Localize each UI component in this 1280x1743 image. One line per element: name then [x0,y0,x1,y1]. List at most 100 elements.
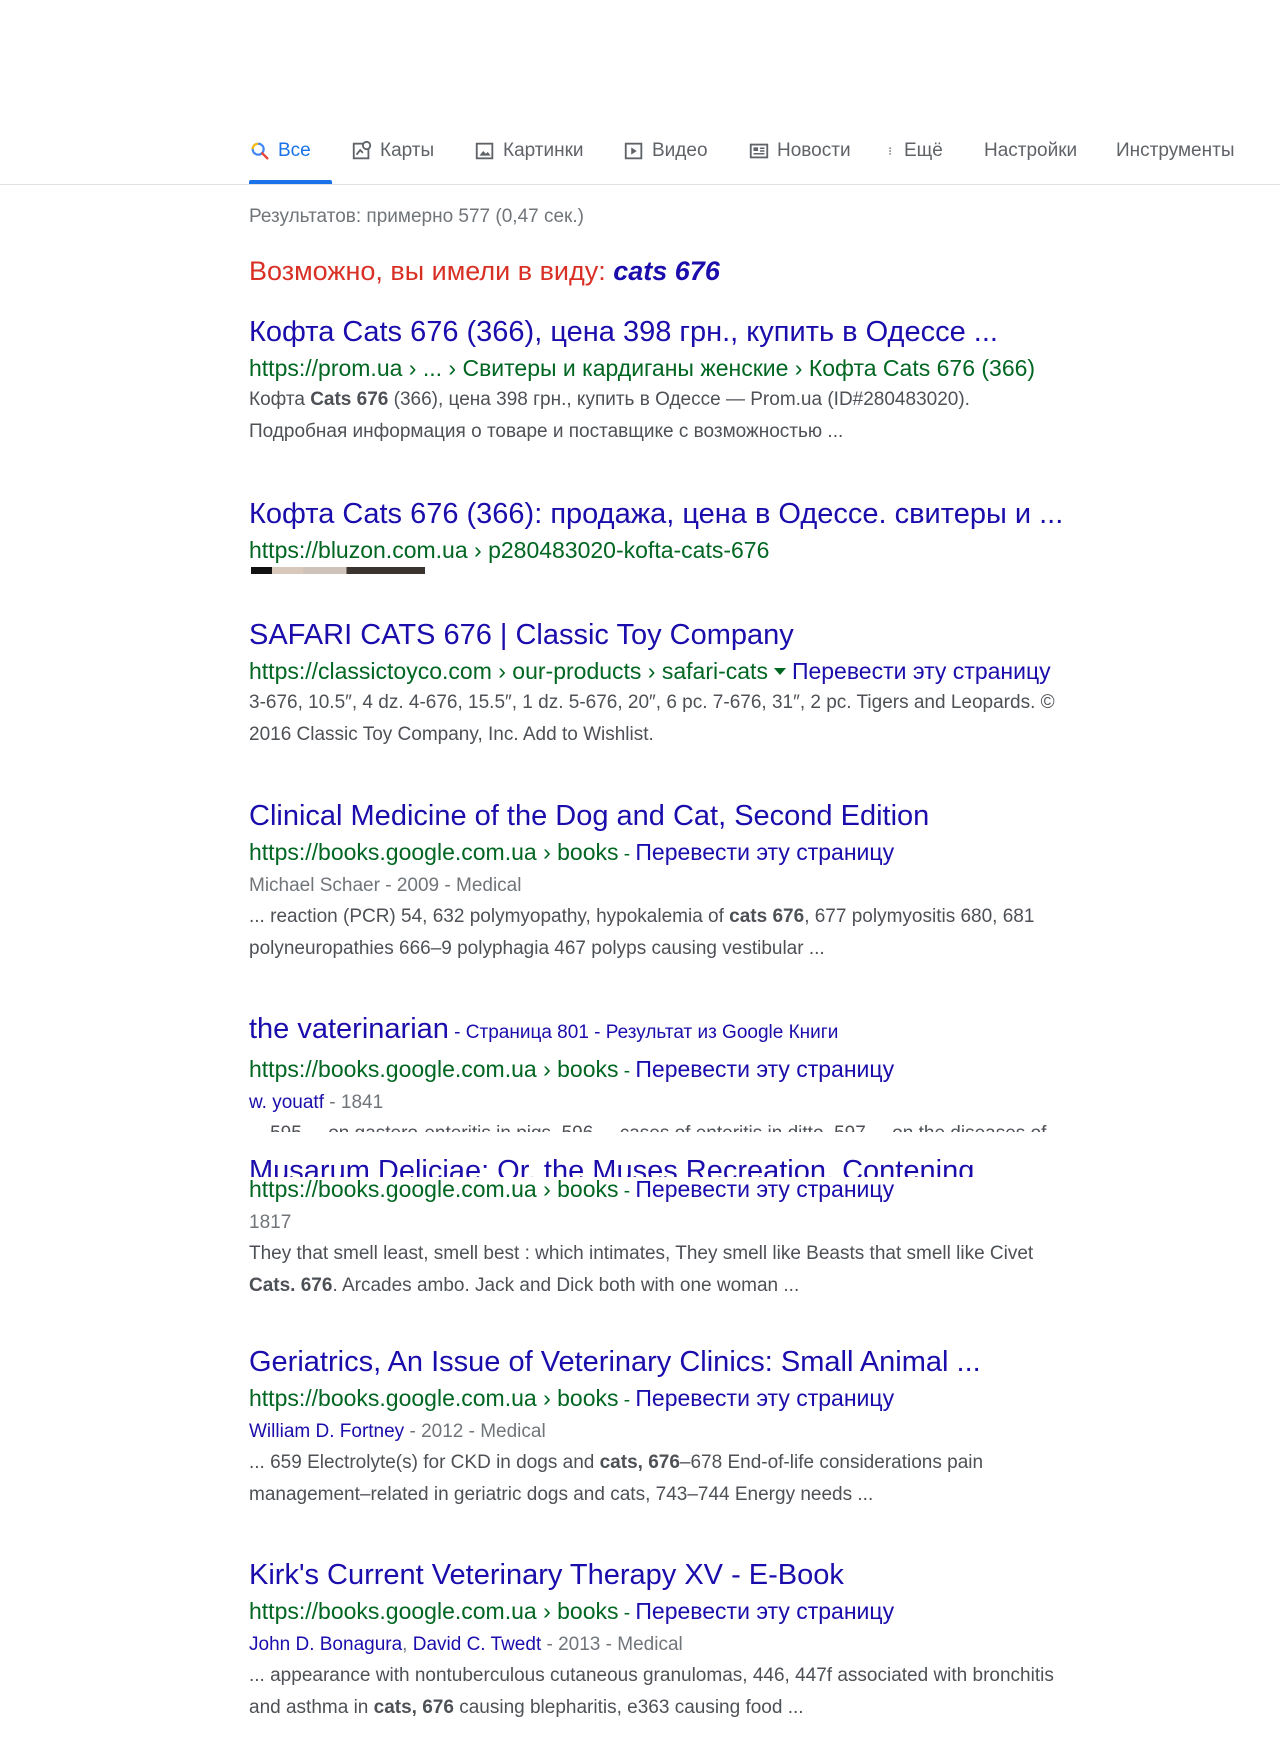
search-icon [251,142,269,160]
snippet-text: ... 659 Electrolyte(s) for CKD in dogs a… [249,1452,600,1473]
result-url: https://books.google.com.ua › books - Пе… [249,1176,895,1202]
snippet-text: –678 End-of-life considerations pain [679,1452,984,1473]
author-link[interactable]: William D. Fortney [249,1421,404,1442]
translate-link[interactable]: Перевести эту страницу [635,1176,894,1202]
tab-maps[interactable]: Карты [351,140,434,184]
caret-down-icon[interactable] [773,667,786,675]
snippet-bold: cats, 676 [599,1452,680,1473]
snippet-text: and asthma in [249,1697,374,1718]
tab-images[interactable]: Картинки [474,140,584,184]
result-url: https://books.google.com.ua › books - Пе… [249,1056,895,1082]
result-meta: John D. Bonagura, David C. Twedt - 2013 … [249,1634,683,1655]
result-url[interactable]: https://bluzon.com.ua › p280483020-kofta… [249,534,1149,566]
author-link[interactable]: David C. Twedt [413,1634,541,1655]
result-title-link[interactable]: Кофта Cats 676 (366), цена 398 грн., куп… [249,314,1149,350]
snippet-text: causing blepharitis, e363 causing food .… [453,1697,804,1718]
snippet-text: Кофта [249,389,311,410]
translate-link[interactable]: Перевести эту страницу [635,1056,894,1082]
result-url: https://books.google.com.ua › books - Пе… [249,839,895,865]
tab-images-label: Картинки [503,140,584,161]
result-meta: 1817 [249,1212,292,1233]
translate-link[interactable]: Перевести эту страницу [635,1598,894,1624]
result-snippet: They that smell least, smell best : whic… [249,1238,1149,1302]
tab-tools-label: Инструменты [1116,140,1235,161]
meta-year: - 2012 - Medical [404,1421,546,1442]
search-result: Кофта Cats 676 (366): продажа, цена в Од… [249,496,1149,566]
search-result: https://books.google.com.ua › books - Пе… [249,1173,1149,1302]
meta-year: - 2013 - Medical [541,1634,683,1655]
did-you-mean-prefix: Возможно, вы имели в виду: [249,256,614,286]
result-url-text[interactable]: https://books.google.com.ua › books [249,1176,619,1202]
snippet-text: polyneuropathies 666–9 polyphagia 467 po… [249,938,825,959]
search-result: SAFARI CATS 676 | Classic Toy Company ht… [249,617,1149,751]
search-result: Geriatrics, An Issue of Veterinary Clini… [249,1344,1149,1511]
snippet-bold: Cats 676 [310,389,389,410]
result-title-text[interactable]: the vaterinarian [249,1013,449,1045]
snippet-text: 3-676, 10.5″, 4 dz. 4-676, 15.5″, 1 dz. … [249,692,1055,713]
result-snippet: ... 595 ... on gastero-enteritis in pigs… [249,1118,1149,1132]
snippet-text: . Arcades ambo. Jack and Dick both with … [332,1275,800,1296]
result-title-link[interactable]: Clinical Medicine of the Dog and Cat, Se… [249,798,1149,834]
snippet-text: 2016 Classic Toy Company, Inc. Add to Wi… [249,724,654,745]
did-you-mean: Возможно, вы имели в виду: cats 676 [249,256,720,287]
video-icon [624,142,643,160]
image-icon [475,142,494,160]
more-vert-icon [889,147,891,155]
search-tabs-bar: Все Карты Картинки Видео Новости Ещё Нас… [0,0,1280,185]
tab-all-label: Все [278,140,311,161]
result-title-link[interactable]: the vaterinarian - Страница 801 - Резуль… [249,1011,1149,1051]
result-title-link[interactable]: SAFARI CATS 676 | Classic Toy Company [249,617,1149,653]
result-title-sub[interactable]: - Страница 801 - Результат из Google Кни… [449,1022,838,1043]
result-url-text[interactable]: https://books.google.com.ua › books [249,1056,619,1082]
result-meta: Michael Schaer - 2009 - Medical [249,875,522,896]
tab-all[interactable]: Все [249,140,332,184]
search-result: Кофта Cats 676 (366), цена 398 грн., куп… [249,314,1149,448]
snippet-text: ... reaction (PCR) 54, 632 polymyopathy,… [249,906,730,927]
snippet-text: They that smell least, smell best : whic… [249,1243,1034,1264]
tab-video[interactable]: Видео [623,140,708,184]
result-snippet: ... appearance with nontuberculous cutan… [249,1660,1149,1724]
tab-news-label: Новости [777,140,851,161]
thumbnail-strip [251,567,425,574]
snippet-text: Подробная информация о товаре и поставщи… [249,421,844,442]
result-url-text[interactable]: https://books.google.com.ua › books [249,1598,619,1624]
result-title-link[interactable]: Geriatrics, An Issue of Veterinary Clini… [249,1344,1149,1380]
author-link[interactable]: w. youatf [249,1092,324,1113]
result-title-link[interactable]: Кофта Cats 676 (366): продажа, цена в Од… [249,496,1149,532]
result-url: https://classictoyco.com › our-products … [249,655,1149,687]
translate-link[interactable]: Перевести эту страницу [792,658,1051,684]
result-url: https://books.google.com.ua › books - Пе… [249,1598,895,1624]
snippet-bold: Cats. 676 [249,1275,333,1296]
result-meta: w. youatf - 1841 [249,1088,1149,1118]
search-result: Kirk's Current Veterinary Therapy XV - E… [249,1557,1149,1724]
search-result: the vaterinarian - Страница 801 - Резуль… [249,1011,1149,1132]
snippet-text: ... appearance with nontuberculous cutan… [249,1665,1054,1686]
tab-more-label: Ещё [904,140,943,161]
news-icon [749,143,769,159]
tab-settings-label: Настройки [984,140,1078,161]
snippet-text: management–related in geriatric dogs and… [249,1484,874,1505]
author-link[interactable]: John D. Bonagura [249,1634,402,1655]
result-url-text[interactable]: https://classictoyco.com › our-products … [249,658,768,684]
tab-settings[interactable]: Настройки [984,140,1077,184]
tab-video-label: Видео [652,140,708,161]
result-url: https://books.google.com.ua › books - Пе… [249,1385,895,1411]
map-icon [352,140,372,160]
translate-link[interactable]: Перевести эту страницу [635,1385,894,1411]
meta-year: - 1841 [324,1092,384,1113]
result-url-text[interactable]: https://books.google.com.ua › books [249,1385,619,1411]
tab-more[interactable]: Ещё [888,140,943,184]
result-snippet: ... 659 Electrolyte(s) for CKD in dogs a… [249,1447,1149,1511]
did-you-mean-link[interactable]: cats 676 [613,256,720,286]
result-url[interactable]: https://prom.ua › ... › Свитеры и кардиг… [249,352,1149,384]
result-meta: William D. Fortney - 2012 - Medical [249,1417,1149,1447]
result-title-link[interactable]: Kirk's Current Veterinary Therapy XV - E… [249,1557,1149,1593]
translate-link[interactable]: Перевести эту страницу [635,839,894,865]
result-snippet: Кофта Cats 676 (366), цена 398 грн., куп… [249,384,1149,448]
tab-news[interactable]: Новости [748,140,851,184]
tab-tools[interactable]: Инструменты [1116,140,1234,184]
tab-maps-label: Карты [380,140,435,161]
result-url-text[interactable]: https://books.google.com.ua › books [249,839,619,865]
snippet-bold: cats, 676 [373,1697,454,1718]
result-snippet: ... reaction (PCR) 54, 632 polymyopathy,… [249,901,1149,965]
